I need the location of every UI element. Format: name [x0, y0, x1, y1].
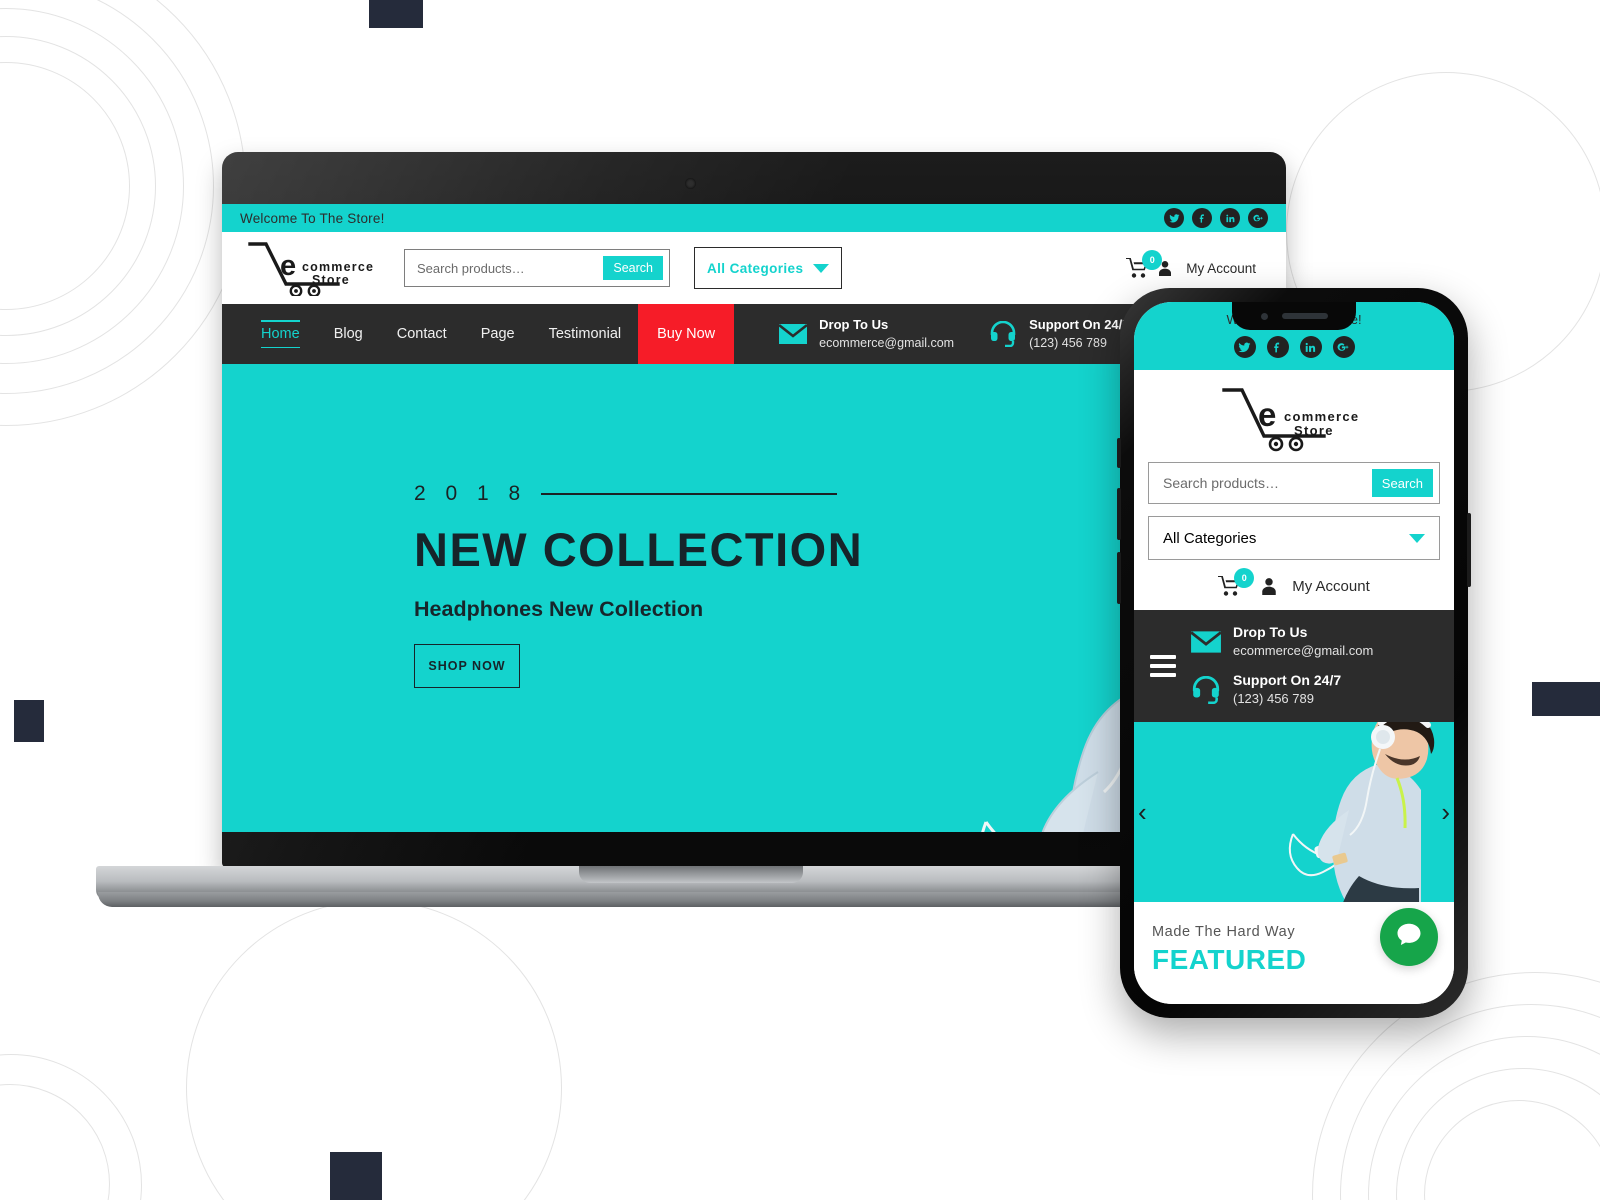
decor-ring	[0, 1054, 142, 1200]
hamburger-menu-icon[interactable]	[1150, 655, 1176, 677]
laptop-foot	[98, 892, 1284, 907]
header-contacts: Drop To Us ecommerce@gmail.com Support O…	[778, 304, 1130, 364]
mobile-categories-selected: All Categories	[1163, 529, 1257, 547]
mobile-account-label[interactable]: My Account	[1292, 578, 1370, 595]
mobile-account-area: 0 My Account	[1134, 560, 1454, 610]
mobile-hero-model-image	[1247, 722, 1454, 902]
buy-now-button[interactable]: Buy Now	[638, 304, 735, 364]
nav-item-testimonial[interactable]: Testimonial	[532, 304, 639, 364]
contact-email[interactable]: Drop To Us ecommerce@gmail.com	[778, 316, 954, 352]
contact-support-value: (123) 456 789	[1029, 336, 1107, 350]
mobile-search-button[interactable]: Search	[1371, 469, 1433, 497]
mobile-contacts: Drop To Us ecommerce@gmail.com Support O…	[1190, 624, 1373, 708]
phone-mute-button[interactable]	[1117, 438, 1121, 468]
hero-text-block: 2 0 1 8 NEW COLLECTION Headphones New Co…	[414, 482, 863, 688]
decor-square	[330, 1152, 382, 1200]
phone-volume-down-button[interactable]	[1117, 552, 1121, 604]
decor-square	[14, 700, 44, 742]
contact-email-title: Drop To Us	[819, 317, 889, 332]
svg-text:e: e	[280, 250, 296, 282]
mobile-contact-support[interactable]: Support On 24/7 (123) 456 789	[1190, 672, 1373, 708]
svg-text:commerce: commerce	[302, 260, 374, 274]
hero-divider	[541, 493, 838, 495]
hero-headline: NEW COLLECTION	[414, 523, 864, 576]
chat-bubble-icon	[1394, 920, 1424, 955]
user-icon[interactable]	[1260, 577, 1278, 595]
svg-text:Store: Store	[1294, 423, 1334, 438]
account-area: 0 My Account	[1126, 250, 1264, 278]
shop-now-button[interactable]: SHOP NOW	[414, 644, 520, 688]
categories-dropdown[interactable]: All Categories	[694, 247, 842, 289]
welcome-message: Welcome To The Store!	[240, 210, 385, 226]
nav-links: Home Blog Contact Page Testimonial	[244, 304, 638, 364]
contact-support-title: Support On 24/7	[1029, 317, 1130, 332]
svg-text:e: e	[1258, 396, 1276, 433]
phone-notch	[1232, 302, 1356, 330]
phone-power-button[interactable]	[1467, 513, 1471, 587]
mobile-site-logo[interactable]: e commerce Store	[1134, 370, 1454, 462]
social-links	[1164, 208, 1268, 228]
googleplus-icon[interactable]	[1248, 208, 1268, 228]
svg-text:commerce: commerce	[1284, 409, 1359, 424]
headset-icon	[988, 321, 1018, 347]
mobile-categories-dropdown[interactable]: All Categories	[1148, 516, 1440, 560]
mobile-contact-bar: Drop To Us ecommerce@gmail.com Support O…	[1134, 610, 1454, 722]
mobile-contact-email-value: ecommerce@gmail.com	[1233, 643, 1374, 658]
laptop-mockup: Welcome To The Store! e commerce Store S…	[96, 152, 1286, 912]
nav-item-blog[interactable]: Blog	[317, 304, 380, 364]
svg-text:Store: Store	[312, 273, 350, 287]
linkedin-icon[interactable]	[1299, 336, 1322, 358]
nav-item-contact[interactable]: Contact	[380, 304, 464, 364]
mobile-contact-email[interactable]: Drop To Us ecommerce@gmail.com	[1190, 624, 1373, 660]
desktop-topbar: Welcome To The Store!	[222, 204, 1286, 232]
mobile-contact-email-title: Drop To Us	[1233, 624, 1308, 640]
mobile-contact-support-title: Support On 24/7	[1233, 672, 1342, 688]
phone-volume-up-button[interactable]	[1117, 488, 1121, 540]
phone-mockup: Welcome To The Store!	[1117, 288, 1471, 1018]
search-placeholder: Search products…	[417, 260, 525, 276]
envelope-icon	[778, 321, 808, 347]
cart-count-badge: 0	[1234, 568, 1255, 588]
mobile-hero: ‹ ›	[1134, 722, 1454, 902]
hero-year-row: 2 0 1 8	[414, 482, 863, 506]
mobile-featured-section: Made The Hard Way FEATURED	[1134, 902, 1454, 1004]
chat-button[interactable]	[1380, 908, 1438, 966]
categories-selected: All Categories	[707, 260, 804, 276]
mobile-contact-support-value: (123) 456 789	[1233, 691, 1314, 706]
nav-item-page[interactable]: Page	[464, 304, 532, 364]
search-area: Search products… Search	[404, 249, 670, 287]
site-logo[interactable]: e commerce Store	[244, 240, 380, 298]
mobile-search-placeholder: Search products…	[1163, 475, 1279, 491]
phone-screen: Welcome To The Store!	[1134, 302, 1454, 1004]
linkedin-icon[interactable]	[1220, 208, 1240, 228]
twitter-icon[interactable]	[1233, 336, 1256, 358]
contact-email-value: ecommerce@gmail.com	[819, 336, 955, 350]
chevron-down-icon	[1409, 533, 1425, 543]
mobile-search-input[interactable]: Search products… Search	[1148, 462, 1440, 504]
cart-icon[interactable]: 0	[1218, 568, 1255, 596]
headset-icon	[1190, 676, 1222, 704]
carousel-prev-arrow[interactable]: ‹	[1138, 799, 1147, 825]
hero-year: 2 0 1 8	[414, 482, 528, 505]
phone-front-camera	[1260, 312, 1268, 320]
twitter-icon[interactable]	[1164, 208, 1184, 228]
chevron-down-icon	[813, 263, 829, 273]
nav-item-home[interactable]: Home	[244, 304, 317, 364]
hero-subhead: Headphones New Collection	[414, 597, 704, 621]
phone-speaker	[1281, 313, 1328, 319]
account-label[interactable]: My Account	[1186, 261, 1256, 276]
laptop-camera	[685, 178, 696, 189]
search-button[interactable]: Search	[603, 256, 663, 280]
facebook-icon[interactable]	[1192, 208, 1212, 228]
search-input[interactable]: Search products… Search	[404, 249, 670, 287]
mobile-social-links	[1134, 336, 1454, 358]
googleplus-icon[interactable]	[1332, 336, 1355, 358]
decor-square	[1532, 682, 1600, 716]
cart-icon[interactable]: 0	[1126, 250, 1163, 278]
envelope-icon	[1190, 628, 1222, 656]
contact-support[interactable]: Support On 24/7 (123) 456 789	[988, 316, 1130, 352]
facebook-icon[interactable]	[1266, 336, 1289, 358]
decor-square	[369, 0, 423, 28]
